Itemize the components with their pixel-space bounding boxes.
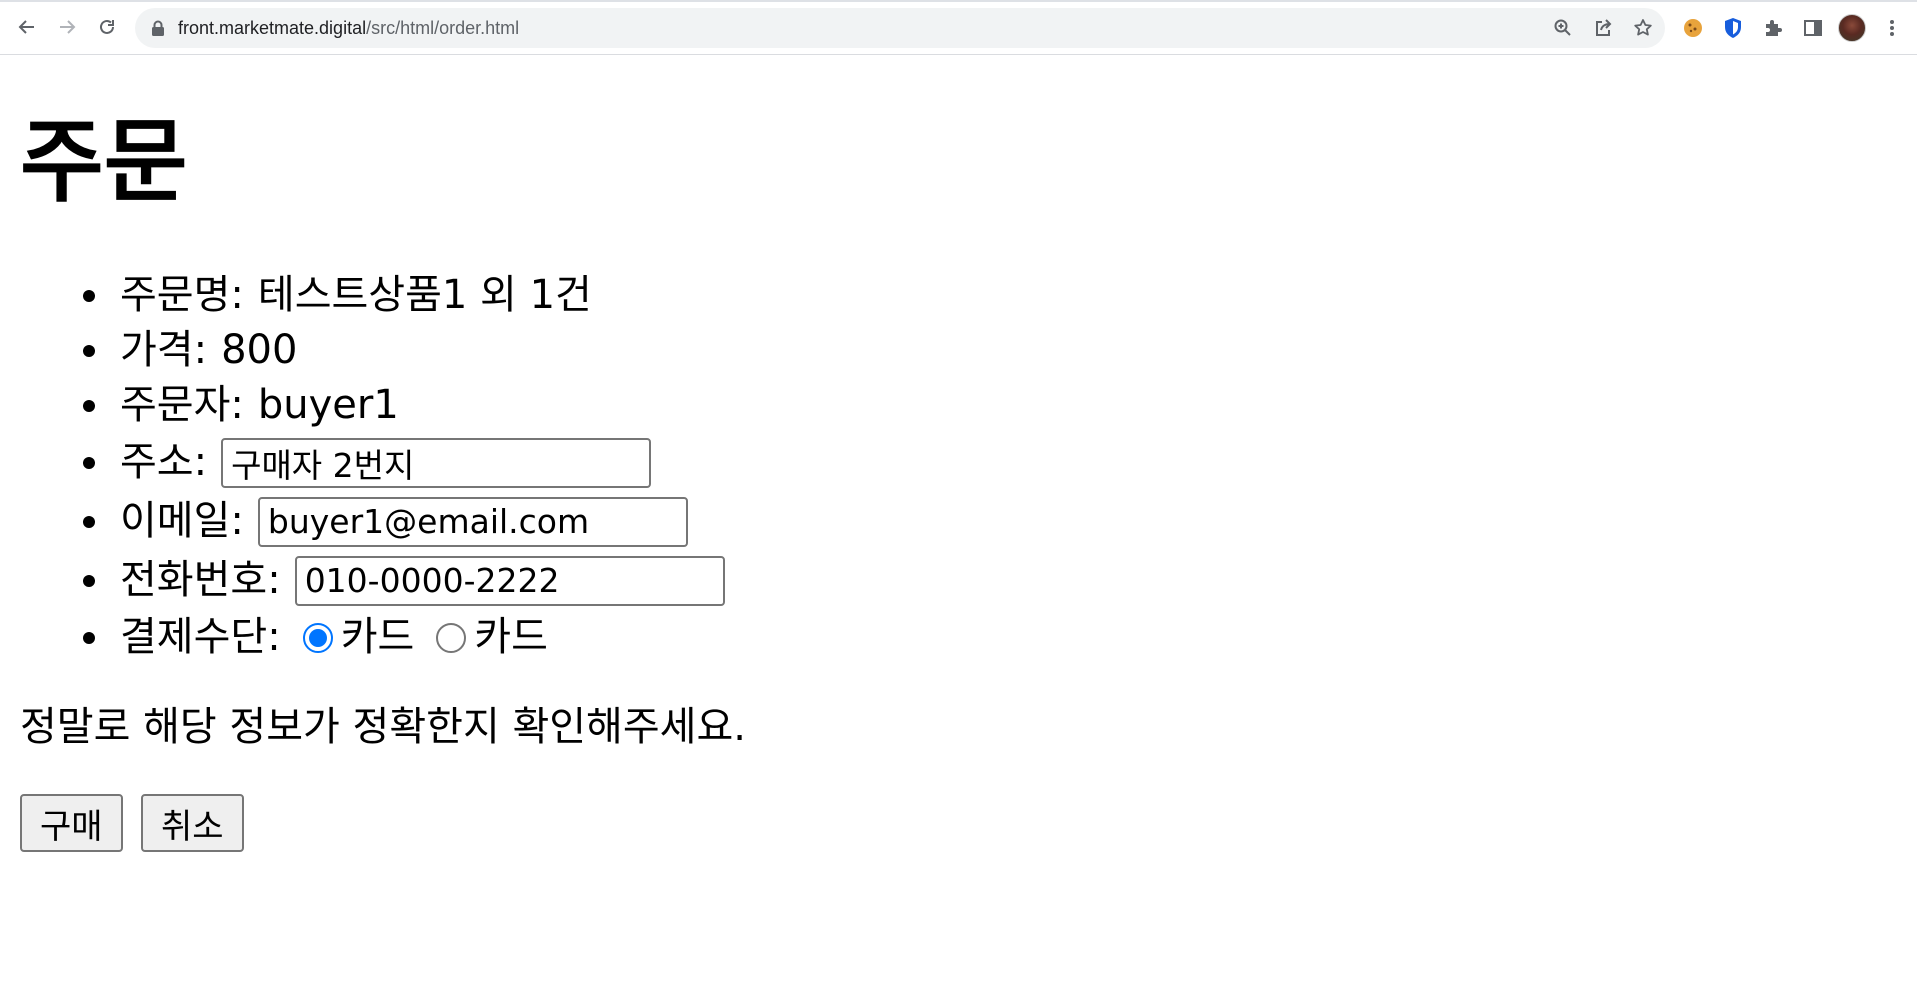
zoom-icon [1554, 19, 1571, 36]
payment-item: 결제수단: 카드 카드 [83, 610, 725, 665]
puzzle-extensions-icon [1766, 20, 1782, 36]
cancel-button[interactable]: 취소 [141, 794, 244, 852]
back-button[interactable] [12, 12, 42, 42]
shield-extension-button[interactable] [1720, 15, 1746, 41]
cookie-extension-button[interactable] [1680, 15, 1706, 41]
payment-option-label[interactable]: 카드 [474, 610, 548, 665]
tab-strip-edge [0, 0, 1917, 2]
email-item: 이메일: [83, 492, 725, 551]
order-name-value: 테스트상품1 외 1건 [257, 272, 592, 318]
email-label: 이메일: [120, 498, 244, 544]
shield-extension-icon [1725, 18, 1741, 38]
zoom-button[interactable] [1552, 17, 1574, 39]
extensions-button[interactable] [1760, 15, 1786, 41]
lock-icon [152, 20, 164, 36]
reload-button[interactable] [92, 12, 122, 42]
order-name-item: 주문명: 테스트상품1 외 1건 [83, 268, 725, 323]
confirm-message: 정말로 해당 정보가 정확한지 확인해주세요. [20, 704, 746, 750]
url-text[interactable]: front.marketmate.digital/src/html/order.… [178, 8, 519, 48]
browser-toolbar: front.marketmate.digital/src/html/order.… [0, 0, 1917, 55]
profile-avatar[interactable] [1838, 14, 1866, 42]
buyer-value: buyer1 [257, 382, 399, 428]
bookmark-button[interactable] [1632, 17, 1654, 39]
phone-item: 전화번호: [83, 551, 725, 610]
phone-input[interactable] [294, 555, 725, 606]
browser-menu-button[interactable] [1879, 15, 1905, 41]
side-panel-icon [1804, 20, 1822, 36]
url-host: front.marketmate.digital [178, 18, 367, 38]
order-info-list: 주문명: 테스트상품1 외 1건 가격: 800 주문자: buyer1 주소:… [83, 268, 725, 665]
address-bar[interactable]: front.marketmate.digital/src/html/order.… [135, 8, 1665, 48]
payment-radio-1[interactable] [302, 622, 333, 653]
buyer-label: 주문자: [120, 382, 244, 428]
order-name-label: 주문명: [120, 272, 244, 318]
buyer-item: 주문자: buyer1 [83, 378, 725, 433]
url-path: /src/html/order.html [366, 18, 520, 38]
forward-button[interactable] [52, 12, 82, 42]
bookmark-star-icon [1634, 19, 1652, 36]
payment-option-label[interactable]: 카드 [341, 610, 415, 665]
share-button[interactable] [1592, 17, 1614, 39]
price-label: 가격: [120, 327, 208, 373]
side-panel-button[interactable] [1800, 15, 1826, 41]
back-icon [18, 20, 34, 34]
address-label: 주소: [120, 439, 208, 485]
share-icon [1596, 19, 1612, 36]
phone-label: 전화번호: [120, 557, 281, 603]
email-input[interactable] [257, 496, 688, 547]
cookie-extension-icon [1684, 19, 1702, 37]
menu-kebab-icon [1890, 20, 1894, 36]
reload-icon [100, 19, 114, 34]
price-value: 800 [221, 327, 298, 373]
price-item: 가격: 800 [83, 323, 725, 378]
page-title: 주문 [20, 110, 188, 215]
address-input[interactable] [221, 437, 652, 488]
payment-option-card-2[interactable]: 카드 [436, 610, 548, 665]
payment-radio-2[interactable] [436, 622, 467, 653]
address-item: 주소: [83, 433, 725, 492]
payment-option-card-1[interactable]: 카드 [302, 610, 415, 665]
buy-button[interactable]: 구매 [20, 794, 123, 852]
payment-label: 결제수단: [120, 614, 281, 660]
forward-icon [60, 20, 76, 34]
